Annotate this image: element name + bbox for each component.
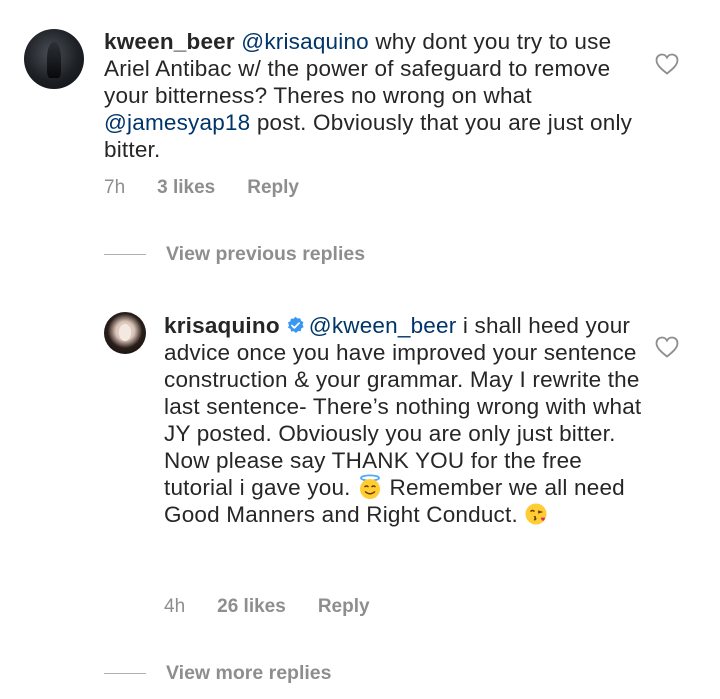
mention-link[interactable]: @jamesyap18 xyxy=(104,110,250,135)
username[interactable]: kween_beer xyxy=(104,29,235,54)
smiling-face-with-halo-icon xyxy=(360,474,381,499)
mention-link[interactable]: @krisaquino xyxy=(241,29,369,54)
heart-icon[interactable] xyxy=(655,336,679,358)
view-more-replies-label[interactable]: View more replies xyxy=(166,662,331,685)
view-previous-replies[interactable]: View previous replies xyxy=(104,243,365,266)
reply-button[interactable]: Reply xyxy=(247,177,299,199)
timestamp: 4h xyxy=(164,596,186,617)
view-more-replies[interactable]: View more replies xyxy=(104,662,331,685)
comment-text: i shall heed your advice once you have i… xyxy=(164,313,642,500)
divider xyxy=(104,673,146,674)
divider xyxy=(104,254,146,255)
comment-meta: 7h 3 likes Reply xyxy=(104,177,299,199)
comment-krisaquino: krisaquino @kween_beer i shall heed your … xyxy=(0,300,720,630)
face-blowing-a-kiss-icon xyxy=(525,503,547,525)
username[interactable]: krisaquino xyxy=(164,313,280,338)
verified-badge-icon xyxy=(287,316,304,334)
heart-icon[interactable] xyxy=(655,53,679,75)
avatar[interactable] xyxy=(24,29,84,89)
reply-button[interactable]: Reply xyxy=(318,596,370,618)
view-previous-replies-label[interactable]: View previous replies xyxy=(166,243,365,266)
comment-meta: 4h 26 likes Reply xyxy=(164,596,370,618)
comment-body: krisaquino @kween_beer i shall heed your … xyxy=(164,312,644,528)
mention-link[interactable]: @kween_beer xyxy=(309,313,457,338)
comment-body: kween_beer @krisaquino why dont you try … xyxy=(104,28,634,163)
timestamp: 7h xyxy=(104,177,126,198)
comment-kween-beer: kween_beer @krisaquino why dont you try … xyxy=(0,0,720,210)
likes-count[interactable]: 3 likes xyxy=(157,177,215,199)
likes-count[interactable]: 26 likes xyxy=(217,596,286,618)
avatar[interactable] xyxy=(104,312,146,354)
